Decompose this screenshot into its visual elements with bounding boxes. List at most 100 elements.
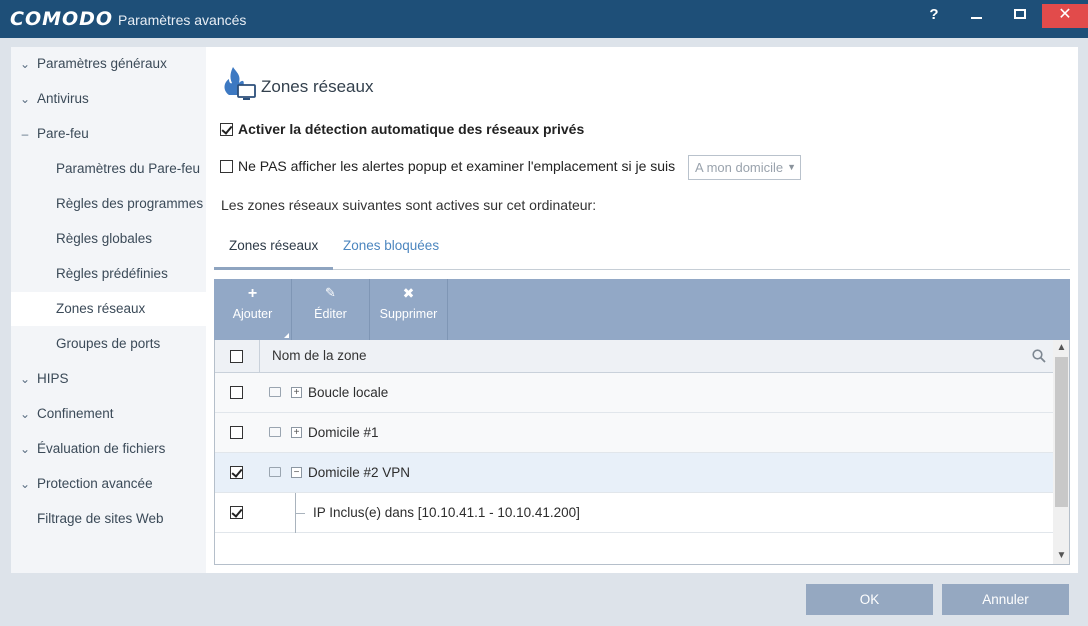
delete-button[interactable]: ✖ Supprimer <box>370 279 448 340</box>
maximize-icon <box>1014 9 1026 19</box>
sidebar-item-file-rating[interactable]: ⌄ Évaluation de fichiers <box>11 432 206 466</box>
location-select-value: A mon domicile <box>695 160 784 175</box>
pencil-icon: ✎ <box>325 285 336 300</box>
add-button[interactable]: + Ajouter <box>214 279 292 340</box>
sidebar-item-label: Pare-feu <box>37 126 89 141</box>
sidebar-item-label: Confinement <box>37 406 114 421</box>
folder-icon <box>269 387 281 397</box>
sidebar-item-network-zones[interactable]: Zones réseaux <box>11 292 206 326</box>
main-content: Zones réseaux Activer la détection autom… <box>206 47 1078 573</box>
sidebar-item-label: Filtrage de sites Web <box>37 511 164 526</box>
column-header-zone-name[interactable]: Nom de la zone <box>272 348 367 363</box>
expand-icon[interactable]: + <box>291 427 302 438</box>
select-all-checkbox[interactable] <box>230 350 243 363</box>
network-zone-icon <box>224 67 256 100</box>
tab-blocked-zones[interactable]: Zones bloquées <box>328 228 454 270</box>
info-text: Les zones réseaux suivantes sont actives… <box>221 197 597 213</box>
sidebar-item-advanced-protection[interactable]: ⌄ Protection avancée <box>11 467 206 501</box>
page-title: Zones réseaux <box>261 77 374 96</box>
chevron-down-icon: ⌄ <box>19 477 31 491</box>
sidebar-item-label: Règles des programmes <box>56 196 204 211</box>
scroll-thumb[interactable] <box>1055 357 1068 507</box>
column-separator <box>259 340 260 373</box>
sidebar-item-label: Paramètres généraux <box>37 56 167 71</box>
delete-button-label: Supprimer <box>379 307 438 321</box>
sidebar-item-hips[interactable]: ⌄ HIPS <box>11 362 206 396</box>
sidebar-item-label: Règles globales <box>56 231 153 246</box>
sidebar-item-application-rules[interactable]: Règles des programmes <box>11 187 206 221</box>
sidebar-item-general-settings[interactable]: ⌄ Paramètres généraux <box>11 47 206 81</box>
dropdown-arrow-icon: ▼ <box>787 162 796 172</box>
sidebar-item-port-sets[interactable]: Groupes de ports <box>11 327 206 361</box>
sidebar-item-label: Groupes de ports <box>56 336 161 351</box>
minimize-button[interactable] <box>954 4 998 28</box>
tab-network-zones[interactable]: Zones réseaux <box>214 228 334 270</box>
zones-grid: Nom de la zone + Boucle locale + Domicil… <box>214 340 1070 565</box>
grid-header: Nom de la zone <box>215 340 1053 373</box>
sidebar-item-firewall[interactable]: – Pare-feu <box>11 117 206 151</box>
row-checkbox[interactable] <box>230 426 243 439</box>
chevron-down-icon: ⌄ <box>19 372 31 386</box>
auto-detect-checkbox[interactable] <box>220 123 233 136</box>
sidebar-item-containment[interactable]: ⌄ Confinement <box>11 397 206 431</box>
sidebar-item-website-filtering[interactable]: Filtrage de sites Web <box>11 502 206 536</box>
x-icon: ✖ <box>402 285 415 301</box>
chevron-down-icon: ⌄ <box>19 57 31 71</box>
row-label: Boucle locale <box>308 385 389 400</box>
collapse-icon[interactable]: − <box>291 467 302 478</box>
sidebar-item-firewall-settings[interactable]: Paramètres du Pare-feu <box>11 152 206 186</box>
sidebar-item-label: Règles prédéfinies <box>56 266 168 281</box>
search-icon[interactable] <box>1032 349 1046 363</box>
window-title: Paramètres avancés <box>118 12 247 28</box>
location-select[interactable]: A mon domicile ▼ <box>688 155 801 180</box>
table-row[interactable]: + Boucle locale <box>215 373 1053 413</box>
table-row[interactable]: − Domicile #2 VPN <box>215 453 1053 493</box>
sidebar-item-label: Zones réseaux <box>56 301 146 316</box>
window-body: ⌄ Paramètres généraux ⌄ Antivirus – Pare… <box>0 38 1088 626</box>
no-popup-label: Ne PAS afficher les alertes popup et exa… <box>238 158 676 174</box>
chevron-down-icon: ⌄ <box>19 407 31 421</box>
row-label: Domicile #2 VPN <box>308 465 411 480</box>
comodo-logo: COMODO <box>10 8 114 30</box>
plus-icon: + <box>247 285 258 302</box>
sidebar-item-label: HIPS <box>37 371 69 386</box>
sidebar-item-label: Évaluation de fichiers <box>37 441 166 456</box>
dropdown-corner-icon <box>284 333 289 338</box>
sidebar-item-predefined-rules[interactable]: Règles prédéfinies <box>11 257 206 291</box>
help-button[interactable]: ? <box>912 4 956 28</box>
sidebar: ⌄ Paramètres généraux ⌄ Antivirus – Pare… <box>11 47 206 573</box>
chevron-down-icon: ⌄ <box>19 442 31 456</box>
expand-icon[interactable]: + <box>291 387 302 398</box>
no-popup-checkbox[interactable] <box>220 160 233 173</box>
sidebar-item-global-rules[interactable]: Règles globales <box>11 222 206 256</box>
add-button-label: Ajouter <box>232 307 273 321</box>
table-row[interactable]: IP Inclus(e) dans [10.10.41.1 - 10.10.41… <box>215 493 1053 533</box>
tree-line <box>295 513 305 514</box>
sidebar-item-label: Protection avancée <box>37 476 153 491</box>
tab-bar: Zones réseaux Zones bloquées <box>214 228 1070 270</box>
scroll-up-icon[interactable]: ▲ <box>1053 340 1069 356</box>
row-checkbox[interactable] <box>230 506 243 519</box>
chevron-down-icon: ⌄ <box>19 92 31 106</box>
row-label: Domicile #1 <box>308 425 379 440</box>
sidebar-item-antivirus[interactable]: ⌄ Antivirus <box>11 82 206 116</box>
close-button[interactable]: ✕ <box>1042 4 1088 28</box>
edit-button[interactable]: ✎ Éditer <box>292 279 370 340</box>
table-row[interactable]: + Domicile #1 <box>215 413 1053 453</box>
maximize-button[interactable] <box>998 4 1042 28</box>
edit-button-label: Éditer <box>314 307 347 321</box>
grid-toolbar: + Ajouter ✎ Éditer ✖ Supprimer <box>214 279 1070 340</box>
folder-icon <box>269 427 281 437</box>
ok-button[interactable]: OK <box>806 584 933 615</box>
minus-icon: – <box>21 127 29 141</box>
sidebar-item-label: Paramètres du Pare-feu <box>56 161 201 176</box>
title-bar: COMODO Paramètres avancés ? ✕ <box>0 0 1088 38</box>
scroll-down-icon[interactable]: ▼ <box>1053 548 1069 564</box>
minimize-icon <box>970 17 982 19</box>
vertical-scrollbar[interactable]: ▲ ▼ <box>1053 340 1069 564</box>
row-checkbox[interactable] <box>230 466 243 479</box>
cancel-button[interactable]: Annuler <box>942 584 1069 615</box>
row-checkbox[interactable] <box>230 386 243 399</box>
sidebar-item-label: Antivirus <box>37 91 89 106</box>
folder-icon <box>269 467 281 477</box>
